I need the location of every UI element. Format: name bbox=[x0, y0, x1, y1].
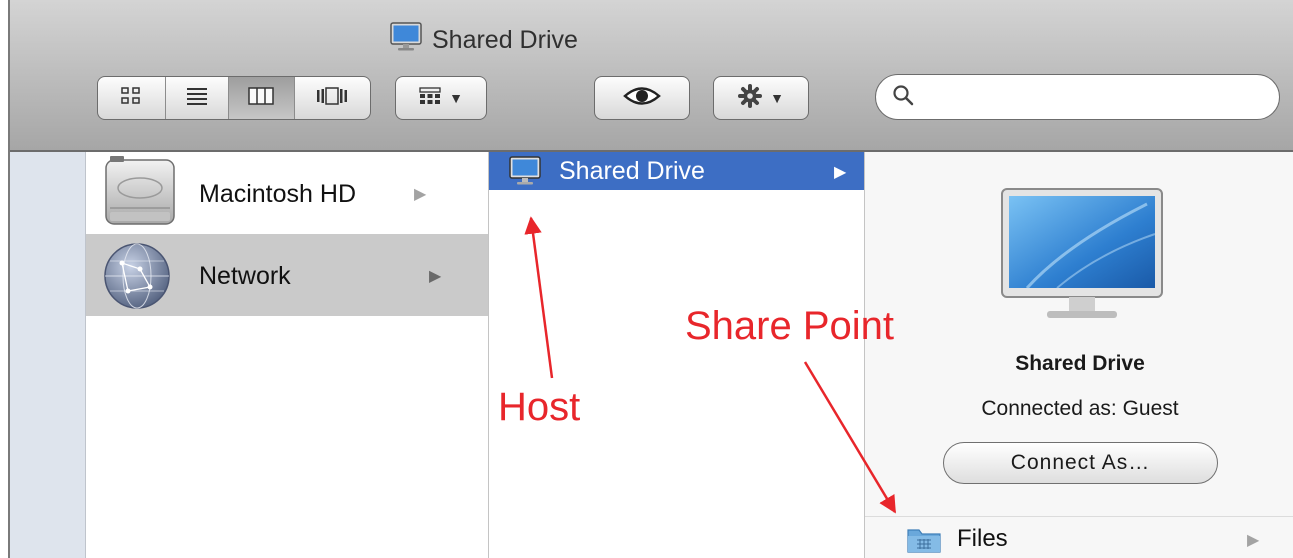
action-menu-button[interactable]: ▼ bbox=[713, 76, 809, 120]
connection-status: Connected as: Guest bbox=[981, 397, 1179, 420]
preview-host-name: Shared Drive bbox=[1015, 352, 1145, 375]
column-2: Shared Drive ▶ bbox=[489, 152, 865, 558]
connect-as-button[interactable]: Connect As… bbox=[943, 442, 1218, 484]
search-input[interactable] bbox=[924, 84, 1268, 110]
disclosure-arrow-icon: ▶ bbox=[414, 186, 427, 203]
browser-content: Macintosh HD ▶ Network ▶ Shared Drive ▶ … bbox=[10, 152, 1293, 558]
column-1: Macintosh HD ▶ Network ▶ bbox=[86, 152, 489, 558]
column-view-button[interactable] bbox=[229, 77, 295, 119]
magnifier-icon bbox=[892, 84, 914, 111]
arrange-grid-icon bbox=[419, 86, 441, 110]
window-title: Shared Drive bbox=[390, 20, 578, 60]
list-item-macintosh-hd[interactable]: Macintosh HD ▶ bbox=[86, 152, 488, 234]
sidebar[interactable] bbox=[10, 152, 86, 558]
cover-flow-view-button[interactable] bbox=[295, 77, 370, 119]
eye-icon bbox=[623, 85, 661, 112]
disclosure-arrow-icon: ▶ bbox=[834, 164, 847, 181]
host-annotation: Host bbox=[498, 385, 581, 429]
computer-monitor-icon bbox=[509, 156, 541, 191]
icon-grid-icon bbox=[121, 86, 141, 110]
toolbar: Shared Drive ▼ ▼ bbox=[10, 0, 1293, 152]
disclosure-arrow-icon: ▶ bbox=[1247, 532, 1260, 549]
list-item-label: Files bbox=[957, 525, 1008, 552]
share-point-annotation: Share Point bbox=[685, 304, 895, 348]
finder-window: Shared Drive ▼ ▼ Macintosh HD ▶ Network … bbox=[8, 0, 1293, 558]
triangle-down-icon: ▼ bbox=[770, 90, 784, 106]
list-item-label: Network bbox=[199, 262, 291, 290]
list-lines-icon bbox=[186, 87, 208, 110]
large-monitor-icon bbox=[997, 184, 1167, 329]
list-item-network[interactable]: Network ▶ bbox=[86, 234, 488, 316]
list-item-shared-drive[interactable]: Shared Drive ▶ bbox=[489, 152, 864, 190]
arrange-menu-button[interactable]: ▼ bbox=[395, 76, 487, 120]
disclosure-arrow-icon: ▶ bbox=[429, 268, 442, 285]
list-item-files[interactable]: Files ▶ bbox=[865, 516, 1293, 558]
list-item-label: Shared Drive bbox=[559, 157, 705, 185]
computer-monitor-icon bbox=[390, 21, 422, 59]
gear-icon bbox=[738, 83, 763, 113]
search-field[interactable] bbox=[875, 74, 1280, 120]
network-globe-icon bbox=[102, 241, 172, 316]
columns-icon bbox=[248, 86, 275, 110]
cover-flow-icon bbox=[316, 86, 348, 110]
preview-column: Shared Drive Connected as: Guest Connect… bbox=[865, 152, 1293, 558]
quick-look-button[interactable] bbox=[594, 76, 690, 120]
triangle-down-icon: ▼ bbox=[449, 90, 463, 106]
list-item-label: Macintosh HD bbox=[199, 180, 356, 208]
shared-folder-icon bbox=[907, 525, 941, 558]
window-title-text: Shared Drive bbox=[432, 25, 578, 54]
icon-view-button[interactable] bbox=[98, 77, 166, 119]
hard-drive-icon bbox=[102, 154, 178, 235]
list-view-button[interactable] bbox=[166, 77, 230, 119]
view-mode-switcher bbox=[97, 76, 371, 120]
